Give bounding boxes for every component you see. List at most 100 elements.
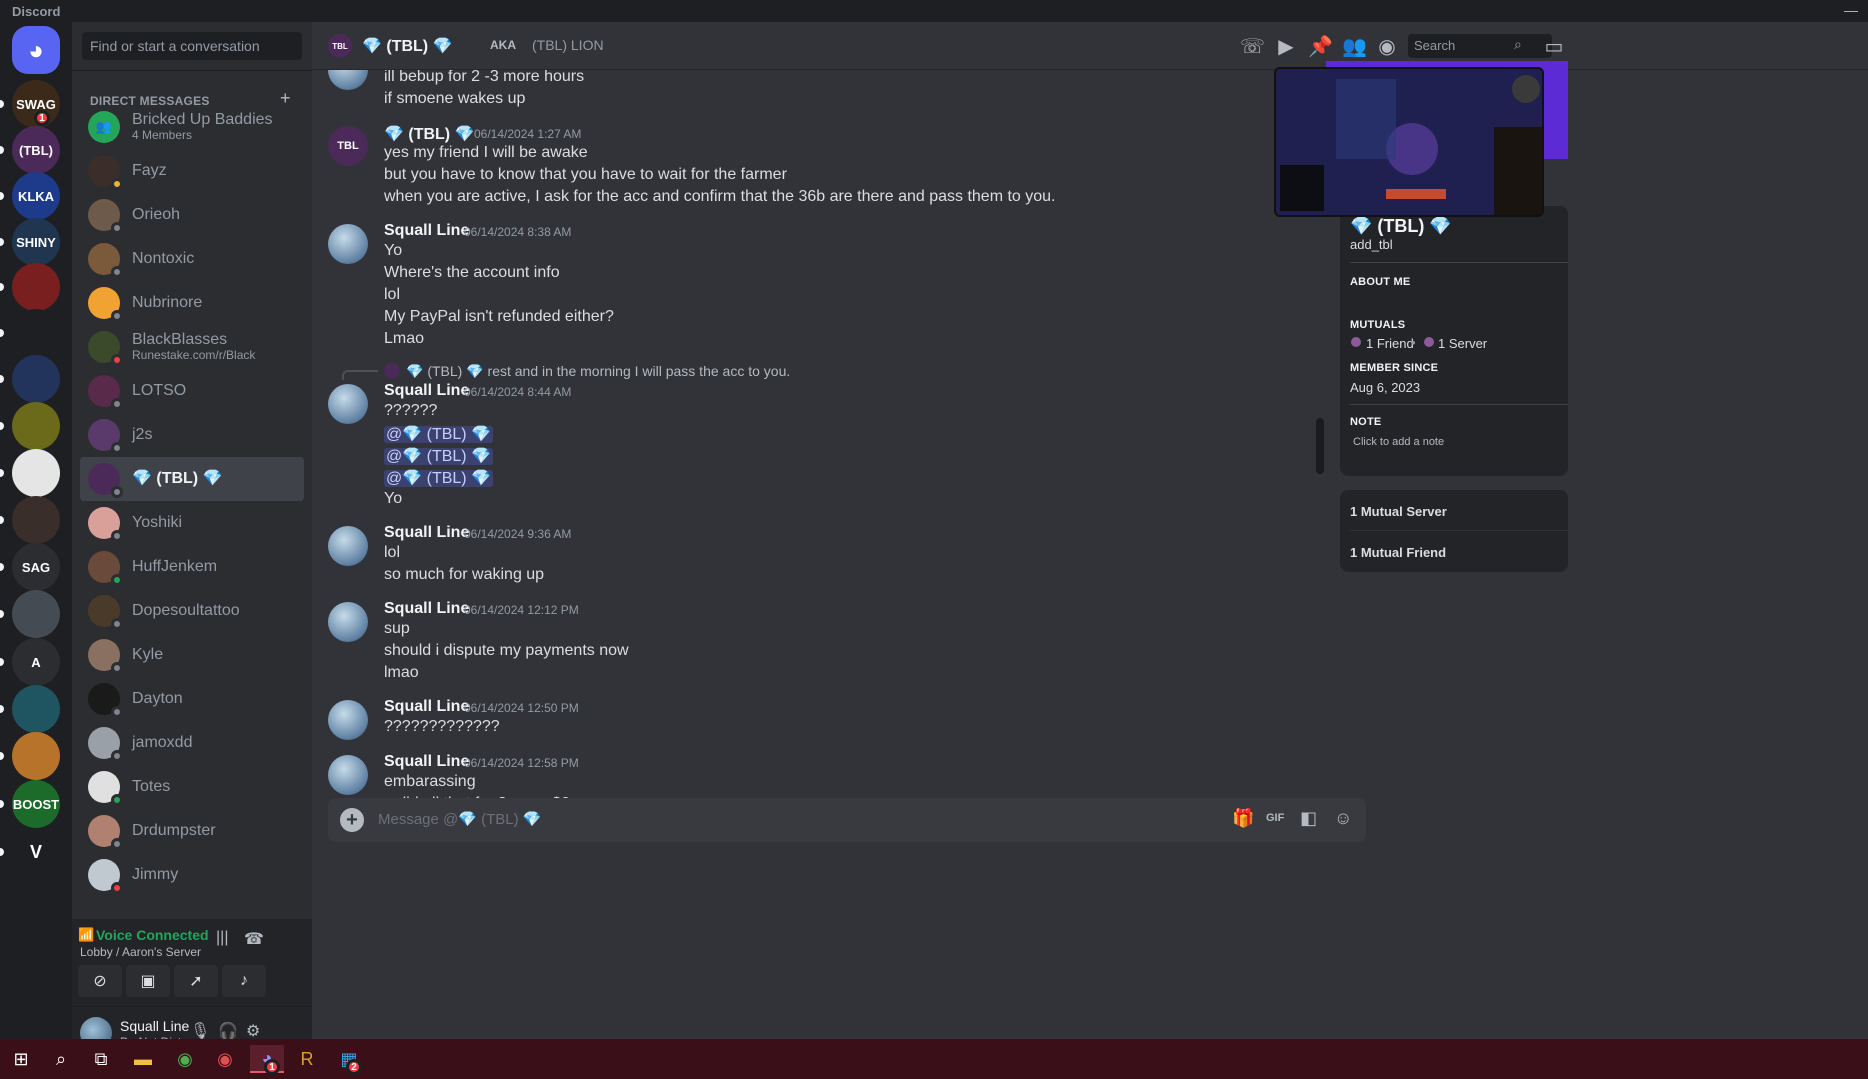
server-red-character[interactable] (12, 263, 60, 311)
author-avatar[interactable] (328, 70, 368, 90)
author-avatar[interactable] (328, 526, 368, 566)
stream-preview[interactable] (1274, 67, 1544, 217)
dm-item[interactable]: Nontoxic (80, 237, 304, 281)
inbox-icon[interactable]: ▭ (1542, 34, 1566, 59)
pinned-messages-icon[interactable]: 📌 (1308, 34, 1333, 59)
voice-channel[interactable]: Lobby / Aaron's Server (80, 945, 201, 959)
user-mention[interactable]: @💎 (TBL) 💎 (384, 426, 493, 443)
video-call-icon[interactable]: ▶ (1274, 34, 1298, 59)
server-variable[interactable]: V (12, 828, 60, 876)
sticker-icon[interactable]: ◧ (1300, 808, 1317, 829)
note-input[interactable]: Click to add a note (1353, 436, 1444, 448)
camera-off-button[interactable]: ⊘ (78, 965, 122, 997)
message-author[interactable]: Squall Line (384, 600, 469, 618)
home[interactable]: ◕ (12, 26, 60, 74)
disconnect-icon[interactable]: ☎ (244, 929, 264, 949)
voice-status[interactable]: Voice Connected (96, 927, 209, 943)
chrome-icon[interactable]: ◉ (168, 1045, 202, 1073)
mutual-servers-count[interactable]: 1 Server (1438, 336, 1487, 351)
server-cat[interactable] (12, 732, 60, 780)
author-avatar[interactable] (328, 755, 368, 795)
message-author[interactable]: Squall Line (384, 524, 469, 542)
author-avatar[interactable] (328, 224, 368, 264)
message-text: Yo (384, 490, 403, 507)
message-author[interactable]: Squall Line (384, 222, 469, 240)
server-shiny[interactable]: SHINY (12, 218, 60, 266)
minimize-icon[interactable]: — (1844, 2, 1858, 18)
find-conversation-input[interactable]: Find or start a conversation (82, 32, 302, 60)
server-tbl[interactable]: (TBL) (12, 126, 60, 174)
dm-item[interactable]: 👥 Bricked Up Baddies 4 Members (80, 108, 304, 146)
message-author[interactable]: Squall Line (384, 382, 469, 400)
user-name[interactable]: Squall Line (120, 1018, 189, 1034)
windows-start-icon[interactable]: ⊞ (4, 1045, 38, 1073)
server-boost[interactable]: BOOST (12, 780, 60, 828)
server-skull[interactable] (12, 496, 60, 544)
add-friends-icon[interactable]: 👥 (1342, 34, 1367, 59)
dm-item[interactable]: jamoxdd (80, 721, 304, 765)
server-klka[interactable]: KLKA (12, 172, 60, 220)
dm-item[interactable]: Totes (80, 765, 304, 809)
emoji-icon[interactable]: ☺ (1334, 808, 1352, 829)
dm-item[interactable]: HuffJenkem (80, 545, 304, 589)
server-sag[interactable]: SAG (12, 543, 60, 591)
dm-item[interactable]: Orieoh (80, 193, 304, 237)
settings-gear-icon[interactable]: ⚙ (246, 1021, 260, 1041)
voice-call-icon[interactable]: ☏ (1240, 34, 1265, 59)
message-input[interactable]: Message @💎 (TBL) 💎 (378, 810, 541, 828)
user-mention[interactable]: @💎 (TBL) 💎 (384, 470, 493, 487)
dm-item[interactable]: LOTSO (80, 369, 304, 413)
search-input[interactable]: Search (1408, 34, 1552, 58)
attach-plus-icon[interactable]: + (340, 808, 364, 832)
message-author[interactable]: Squall Line (384, 698, 469, 716)
dm-item[interactable]: Yoshiki (80, 501, 304, 545)
dm-item[interactable]: Dopesoultattoo (80, 589, 304, 633)
dm-name: jamoxdd (132, 733, 193, 751)
create-dm-icon[interactable]: + (280, 88, 291, 109)
dm-item[interactable]: BlackBlasses Runestake.com/r/Black (80, 325, 304, 369)
dm-item[interactable]: 💎 (TBL) 💎 (80, 457, 304, 501)
server-owl[interactable] (12, 449, 60, 497)
headphones-icon[interactable]: 🎧 (218, 1021, 238, 1041)
channel-name[interactable]: 💎 (TBL) 💎 (362, 36, 453, 56)
user-profile-icon[interactable]: ◉ (1375, 34, 1399, 59)
task-view-icon[interactable]: ⧉ (84, 1045, 118, 1073)
chrome-alt-icon[interactable]: ◉ (208, 1045, 242, 1073)
author-avatar[interactable] (328, 700, 368, 740)
author-avatar[interactable]: TBL (328, 126, 368, 166)
microphone-icon[interactable]: 🎙 (190, 1021, 210, 1041)
file-explorer-icon[interactable]: ▬ (126, 1045, 160, 1073)
server-jordan[interactable] (12, 309, 60, 357)
mutual-server-link[interactable]: 1 Mutual Server (1350, 504, 1447, 519)
message-author[interactable]: Squall Line (384, 753, 469, 771)
activity-button[interactable]: ➚ (174, 965, 218, 997)
search-icon[interactable]: ⌕ (44, 1045, 78, 1073)
server-a[interactable]: A (12, 638, 60, 686)
mutual-friends-count[interactable]: 1 Friend (1366, 336, 1414, 351)
dm-item[interactable]: Fayz (80, 149, 304, 193)
gif-icon[interactable]: GIF (1266, 812, 1284, 824)
author-avatar[interactable] (328, 384, 368, 424)
server-teal[interactable] (12, 685, 60, 733)
dm-item[interactable]: Drdumpster (80, 809, 304, 853)
dm-item[interactable]: Dayton (80, 677, 304, 721)
camera-off-icon: ⊘ (93, 973, 107, 990)
message-author[interactable]: 💎 (TBL) 💎 (384, 124, 475, 144)
author-avatar[interactable] (328, 602, 368, 642)
server-blue-logo[interactable] (12, 355, 60, 403)
server-yellow-face[interactable] (12, 402, 60, 450)
user-mention[interactable]: @💎 (TBL) 💎 (384, 448, 493, 465)
dm-item[interactable]: Jimmy (80, 853, 304, 897)
reply-preview[interactable]: 💎 (TBL) 💎 rest and in the morning I will… (406, 363, 790, 380)
screen-share-button[interactable]: ▣ (126, 965, 170, 997)
soundboard-button[interactable]: ♪ (222, 965, 266, 997)
scrollbar[interactable] (1316, 418, 1324, 474)
dm-item[interactable]: Nubrinore (80, 281, 304, 325)
mutual-friend-link[interactable]: 1 Mutual Friend (1350, 545, 1446, 560)
gift-icon[interactable]: 🎁 (1232, 808, 1254, 829)
dm-item[interactable]: j2s (80, 413, 304, 457)
server-wolf[interactable] (12, 590, 60, 638)
dm-item[interactable]: Kyle (80, 633, 304, 677)
noise-suppression-icon[interactable]: ||| (216, 929, 228, 947)
runelite-icon[interactable]: R (290, 1045, 324, 1073)
